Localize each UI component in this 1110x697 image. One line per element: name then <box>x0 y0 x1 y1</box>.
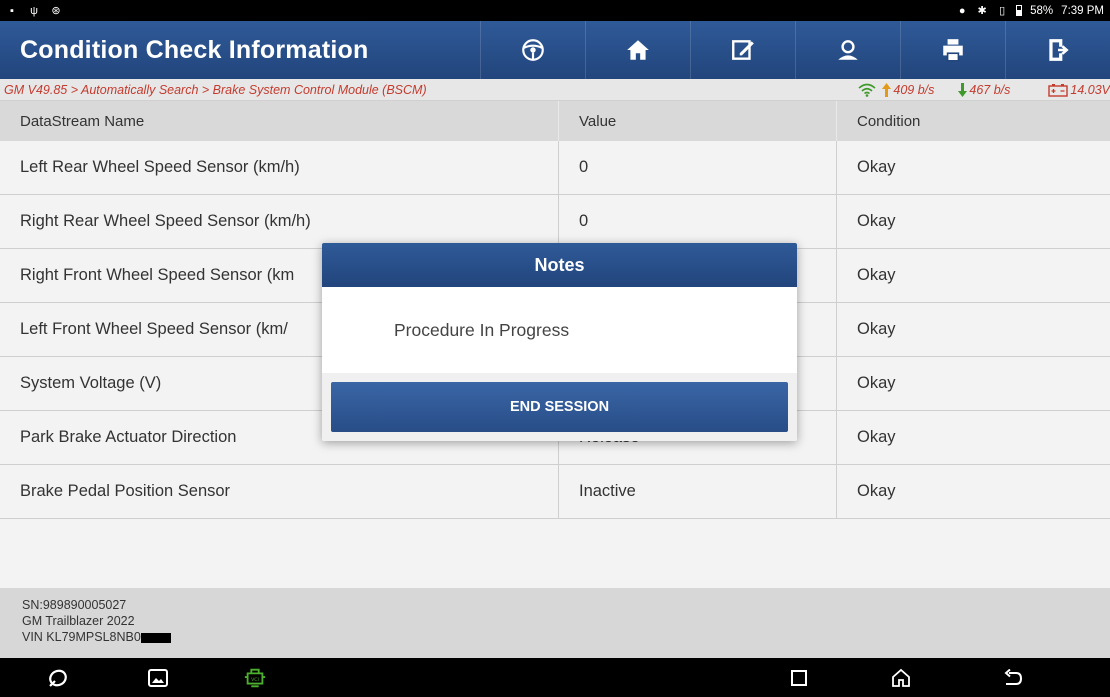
app-screen: ▪ ψ ⊛ ● ✱ ▯ 58% 7:39 PM Condition Check … <box>0 0 1110 697</box>
dialog-title: Notes <box>322 243 797 287</box>
dialog-message: Procedure In Progress <box>394 319 570 340</box>
dialog-footer: END SESSION <box>322 373 797 441</box>
notes-dialog: Notes Procedure In Progress END SESSION <box>322 243 797 441</box>
modal-overlay: Notes Procedure In Progress END SESSION <box>0 0 1110 697</box>
end-session-button[interactable]: END SESSION <box>331 382 788 432</box>
